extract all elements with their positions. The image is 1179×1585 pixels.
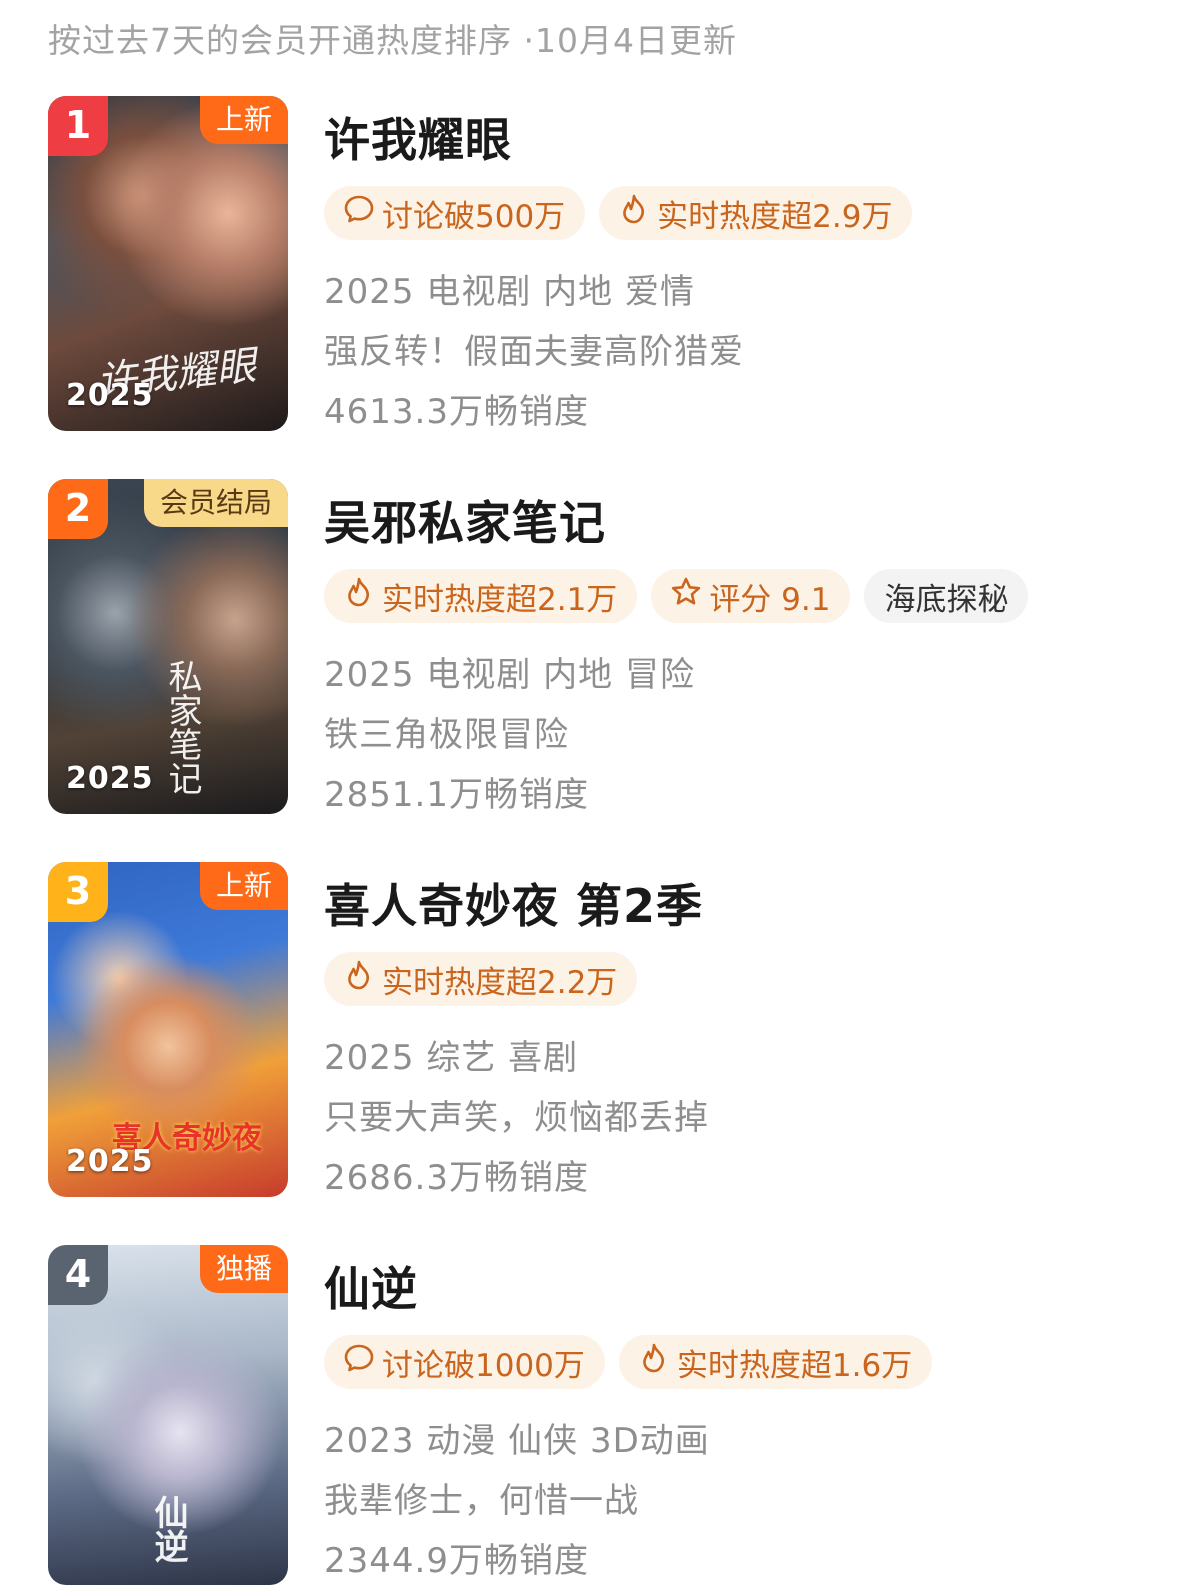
- flame-icon: [617, 192, 651, 234]
- poster-year: 2025: [66, 378, 154, 413]
- comment-icon: [342, 1341, 376, 1383]
- chip-label: 实时热度超1.6万: [676, 1347, 913, 1384]
- item-sales: 2344.9万畅销度: [324, 1541, 589, 1581]
- flame-icon: [637, 1341, 671, 1383]
- item-title[interactable]: 喜人奇妙夜 第2季: [324, 870, 703, 936]
- topic-chip[interactable]: 海底探秘: [864, 569, 1029, 623]
- member-finale-tag: 会员结局: [143, 479, 288, 527]
- chip-row: 讨论破1000万 实时热度超1.6万: [324, 1335, 933, 1389]
- discussion-chip: 讨论破500万: [324, 186, 586, 240]
- rating-chip: 评分 9.1: [651, 569, 851, 623]
- item-tagline: 只要大声笑，烦恼都丢掉: [324, 1098, 709, 1138]
- poster-year: 2025: [66, 1144, 154, 1179]
- chip-row: 讨论破500万 实时热度超2.9万: [324, 186, 913, 240]
- rank-badge: 1: [48, 96, 108, 156]
- list-item[interactable]: 4 独播 仙逆 仙逆 讨论破1000万 实时热度超1.6万 2023 动漫 仙侠…: [48, 1245, 1148, 1585]
- heat-chip: 实时热度超2.2万: [324, 952, 638, 1006]
- item-tagline: 铁三角极限冒险: [324, 715, 569, 755]
- discussion-chip: 讨论破1000万: [324, 1335, 605, 1389]
- item-tagline: 强反转！假面夫妻高阶猎爱: [324, 332, 744, 372]
- rank-badge: 4: [48, 1245, 108, 1305]
- new-release-tag: 上新: [199, 96, 288, 144]
- exclusive-tag: 独播: [199, 1245, 288, 1293]
- item-meta: 2025 综艺 喜剧: [324, 1038, 579, 1078]
- list-item[interactable]: 1 上新 许我耀眼 2025 许我耀眼 讨论破500万 实时热度超2.9万 20…: [48, 96, 1148, 436]
- chip-label: 实时热度超2.2万: [382, 964, 618, 1001]
- item-title[interactable]: 仙逆: [324, 1253, 418, 1319]
- item-tagline: 我辈修士，何惜一战: [324, 1481, 639, 1521]
- star-icon: [669, 575, 703, 617]
- item-meta: 2025 电视剧 内地 冒险: [324, 655, 695, 695]
- chip-label: 讨论破1000万: [382, 1347, 585, 1384]
- heat-chip: 实时热度超2.1万: [324, 569, 638, 623]
- item-meta: 2025 电视剧 内地 爱情: [324, 272, 695, 312]
- ranking-list: 1 上新 许我耀眼 2025 许我耀眼 讨论破500万 实时热度超2.9万 20…: [0, 0, 1179, 1585]
- heat-chip: 实时热度超1.6万: [618, 1335, 933, 1389]
- poster-image[interactable]: 2 会员结局 私家笔记 2025: [48, 479, 288, 814]
- list-item[interactable]: 2 会员结局 私家笔记 2025 吴邪私家笔记 实时热度超2.1万 评分 9.1: [48, 479, 1148, 819]
- item-sales: 2686.3万畅销度: [324, 1158, 589, 1198]
- item-title[interactable]: 吴邪私家笔记: [324, 487, 606, 553]
- item-meta: 2023 动漫 仙侠 3D动画: [324, 1421, 710, 1461]
- list-item[interactable]: 3 上新 喜人奇妙夜 2025 喜人奇妙夜 第2季 实时热度超2.2万 2025…: [48, 862, 1148, 1202]
- chip-row: 实时热度超2.2万: [324, 952, 638, 1006]
- poster-image[interactable]: 1 上新 许我耀眼 2025: [48, 96, 288, 431]
- flame-icon: [342, 958, 376, 1000]
- poster-title-art: 仙逆: [148, 1495, 188, 1563]
- rank-badge: 3: [48, 862, 108, 922]
- chip-label: 海底探秘: [884, 581, 1009, 618]
- chip-row: 实时热度超2.1万 评分 9.1 海底探秘: [324, 569, 1029, 623]
- comment-icon: [342, 192, 376, 234]
- poster-title-art: 私家笔记: [162, 659, 202, 795]
- chip-label: 实时热度超2.9万: [657, 198, 893, 235]
- item-sales: 2851.1万畅销度: [324, 775, 589, 815]
- chip-label: 实时热度超2.1万: [382, 581, 618, 618]
- flame-icon: [342, 575, 376, 617]
- poster-image[interactable]: 3 上新 喜人奇妙夜 2025: [48, 862, 288, 1197]
- poster-year: 2025: [66, 761, 154, 796]
- poster-image[interactable]: 4 独播 仙逆: [48, 1245, 288, 1585]
- heat-chip: 实时热度超2.9万: [599, 186, 913, 240]
- rank-badge: 2: [48, 479, 108, 539]
- chip-label: 评分 9.1: [709, 581, 831, 618]
- chip-label: 讨论破500万: [382, 198, 566, 235]
- item-title[interactable]: 许我耀眼: [324, 104, 512, 170]
- new-release-tag: 上新: [199, 862, 288, 910]
- item-sales: 4613.3万畅销度: [324, 392, 589, 432]
